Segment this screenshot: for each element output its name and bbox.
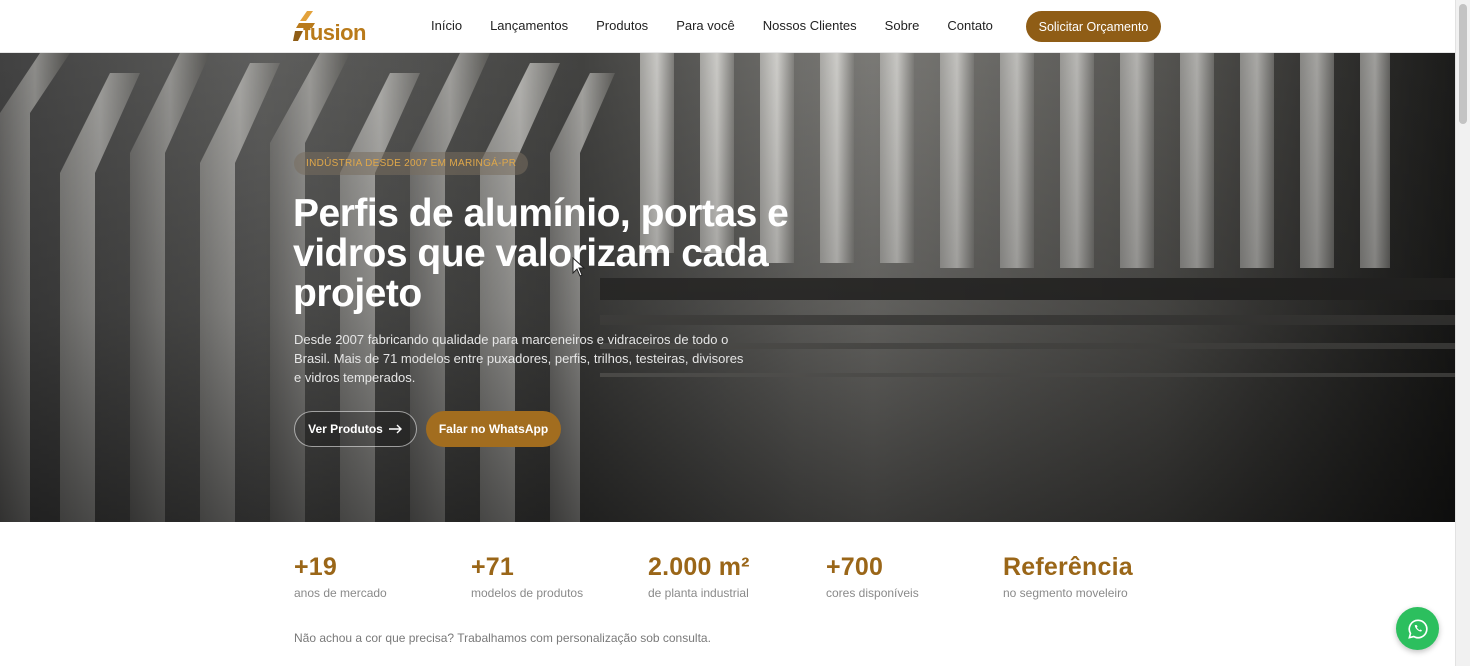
stat-models: +71 modelos de produtos [471, 553, 583, 600]
site-header: fusion Início Lançamentos Produtos Para … [0, 0, 1455, 53]
hero-description: Desde 2007 fabricando qualidade para mar… [294, 332, 744, 385]
mouse-pointer-icon [572, 257, 586, 277]
hero-badge: INDÚSTRIA DESDE 2007 EM MARINGÁ-PR [294, 152, 529, 175]
main-nav: Início Lançamentos Produtos Para você No… [431, 18, 993, 33]
view-products-label: Ver Produtos [308, 422, 383, 436]
nav-item-produtos[interactable]: Produtos [596, 18, 648, 33]
stat-value: +700 [826, 553, 884, 581]
nav-item-para-voce[interactable]: Para você [676, 18, 735, 33]
stat-label: de planta industrial [648, 586, 749, 600]
arrow-right-icon [388, 424, 402, 434]
whatsapp-contact-button[interactable]: Falar no WhatsApp [426, 411, 561, 447]
nav-item-lancamentos[interactable]: Lançamentos [490, 18, 568, 33]
stat-years: +19 anos de mercado [294, 553, 387, 600]
hero-title: Perfis de alumínio, portas e vidros que … [293, 192, 789, 315]
stat-reference: Referência no segmento moveleiro [1003, 553, 1133, 600]
logo-wordmark[interactable]: fusion [303, 20, 367, 46]
view-products-button[interactable]: Ver Produtos [294, 411, 417, 447]
custom-color-note: Não achou a cor que precisa? Trabalhamos… [294, 631, 711, 645]
scrollbar-thumb[interactable] [1459, 4, 1467, 124]
nav-item-inicio[interactable]: Início [431, 18, 462, 33]
stat-label: no segmento moveleiro [1003, 586, 1128, 600]
stat-value: Referência [1003, 553, 1133, 581]
whatsapp-icon [1407, 618, 1428, 639]
page-scrollbar[interactable] [1455, 0, 1470, 666]
stat-value: +19 [294, 553, 338, 581]
stat-label: anos de mercado [294, 586, 387, 600]
request-quote-button[interactable]: Solicitar Orçamento [1026, 11, 1161, 42]
stat-value: 2.000 m² [648, 553, 750, 581]
nav-item-contato[interactable]: Contato [947, 18, 993, 33]
stat-label: cores disponíveis [826, 586, 919, 600]
nav-item-sobre[interactable]: Sobre [885, 18, 920, 33]
stat-value: +71 [471, 553, 515, 581]
stat-label: modelos de produtos [471, 586, 584, 600]
stat-plant: 2.000 m² de planta industrial [648, 553, 750, 600]
nav-item-nossos-clientes[interactable]: Nossos Clientes [763, 18, 857, 33]
stat-colors: +700 cores disponíveis [826, 553, 919, 600]
floating-whatsapp-button[interactable] [1396, 607, 1439, 650]
